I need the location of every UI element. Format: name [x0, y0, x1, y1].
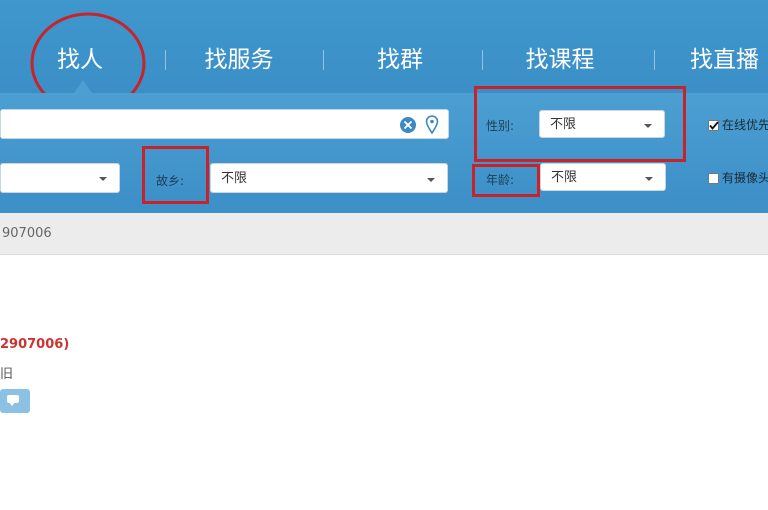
annotation-box-gender: [474, 86, 686, 162]
age-select-value: 不限: [551, 170, 578, 185]
chat-bubble-tail: [9, 402, 15, 406]
location-pin-icon[interactable]: [425, 115, 439, 134]
tab-divider: [165, 50, 166, 70]
hometown-select-value: 不限: [221, 171, 248, 186]
age-select[interactable]: 不限: [540, 163, 666, 191]
region-select[interactable]: [0, 163, 120, 193]
result-subtitle: 旧: [0, 367, 14, 382]
info-strip: 907006: [0, 213, 768, 255]
tab-find-services[interactable]: 找服务: [190, 42, 288, 78]
account-number: 907006: [2, 226, 52, 241]
tab-find-live[interactable]: 找直播: [690, 42, 768, 78]
result-name-link[interactable]: 2907006): [0, 337, 69, 352]
tab-find-courses[interactable]: 找课程: [510, 42, 610, 78]
tab-divider: [482, 50, 483, 70]
search-input[interactable]: [0, 109, 449, 139]
chat-button[interactable]: [0, 389, 30, 413]
check-icon: [709, 121, 719, 130]
annotation-box-age: [472, 164, 540, 197]
online-first-label: 在线优先: [722, 118, 768, 132]
online-first-checkbox[interactable]: [708, 120, 719, 131]
clear-circle-icon[interactable]: [399, 116, 417, 134]
chevron-down-icon: [99, 177, 107, 181]
tab-divider: [654, 50, 655, 70]
hometown-select[interactable]: 不限: [210, 163, 448, 193]
tab-divider: [323, 50, 324, 70]
has-camera-label: 有摄像头: [722, 171, 768, 185]
tab-find-groups[interactable]: 找群: [360, 42, 440, 78]
has-camera-checkbox[interactable]: [708, 173, 719, 184]
active-tab-caret: [74, 80, 92, 93]
annotation-box-hometown: [142, 146, 209, 204]
chevron-down-icon: [645, 177, 653, 181]
chevron-down-icon: [427, 178, 435, 182]
